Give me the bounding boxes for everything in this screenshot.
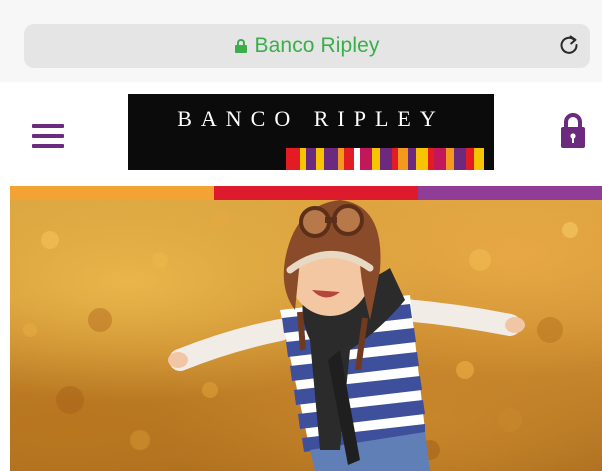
strip-red [214, 186, 418, 200]
address-bar[interactable]: Banco Ripley [24, 24, 590, 68]
banco-ripley-logo[interactable]: BANCO RIPLEY [128, 94, 494, 170]
child-pilot-hat-autumn-leaves-image [23, 200, 578, 471]
url-display: Banco Ripley [234, 34, 380, 58]
browser-bar: Banco Ripley [0, 0, 602, 82]
logo-text: BANCO RIPLEY [177, 106, 445, 131]
logo-stripes [286, 148, 494, 170]
hamburger-menu-icon[interactable] [32, 124, 64, 148]
reload-icon[interactable] [558, 34, 580, 56]
lock-icon[interactable] [560, 112, 586, 150]
brand-color-strip [10, 186, 602, 200]
site-header: BANCO RIPLEY [0, 82, 602, 184]
strip-purple [418, 186, 602, 200]
strip-orange [10, 186, 214, 200]
url-text: Banco Ripley [254, 34, 380, 57]
lock-icon [234, 39, 247, 53]
hero-image[interactable] [10, 200, 602, 471]
